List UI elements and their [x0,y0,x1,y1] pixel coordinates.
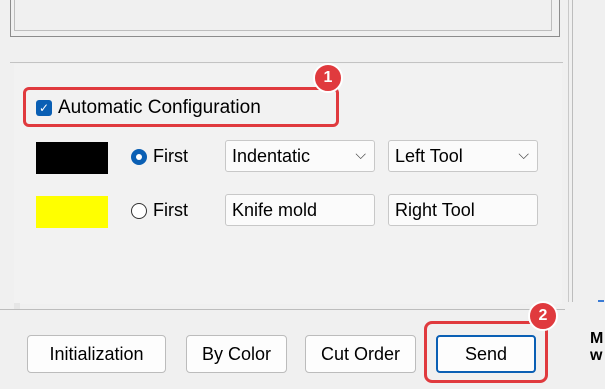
bottom-separator [0,309,565,310]
tool-box-row2[interactable]: Right Tool [388,194,538,226]
tool-value: Left Tool [395,145,463,166]
initialization-button[interactable]: Initialization [27,335,166,373]
group-divider [10,62,563,63]
splitter-line [568,0,569,302]
splitter-line-inner [572,0,573,302]
process-box-row2[interactable]: Knife mold [225,194,375,226]
process-dropdown-row1[interactable]: Indentatic ⌵ [225,140,375,172]
process-value: Knife mold [232,199,318,220]
right-panel-marker [598,300,604,302]
callout-highlight-2 [424,321,548,383]
radio-label: First [153,200,188,220]
callout-highlight-1 [23,87,339,127]
process-value: Indentatic [232,145,311,166]
tool-dropdown-row1[interactable]: Left Tool ⌵ [388,140,538,172]
tool-value: Right Tool [395,199,475,220]
by-color-button[interactable]: By Color [186,335,287,373]
callout-badge-1: 1 [313,63,343,93]
bottom-separator-corner [14,303,20,309]
chevron-down-icon[interactable]: ⌵ [518,146,529,163]
color-swatch-yellow[interactable] [36,196,108,228]
color-swatch-black[interactable] [36,142,108,174]
radio-unselected-icon[interactable] [131,202,147,219]
callout-badge-2: 2 [528,301,558,331]
radio-selected-icon[interactable] [131,148,147,165]
upper-panel-inner [14,0,552,31]
radio-label: First [153,146,188,166]
chevron-down-icon[interactable]: ⌵ [355,146,366,163]
radio-first-row2[interactable]: First [131,200,188,221]
right-panel-text: Mw [590,330,604,364]
cut-order-button[interactable]: Cut Order [305,335,416,373]
radio-first-row1[interactable]: First [131,146,188,167]
